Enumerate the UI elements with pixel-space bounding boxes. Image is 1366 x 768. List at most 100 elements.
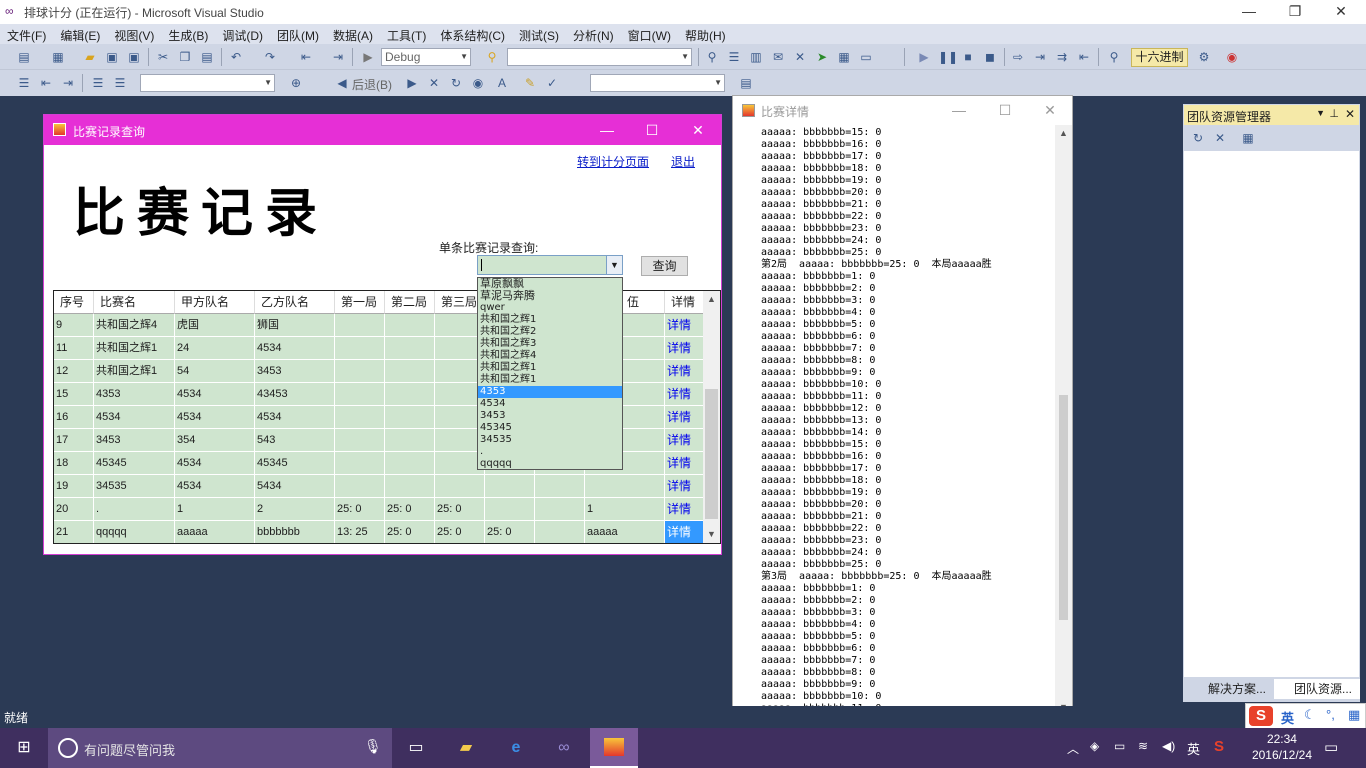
find-in-files-icon[interactable]: ⚲ xyxy=(484,49,500,65)
visual-studio-icon[interactable]: ∞ xyxy=(552,736,576,760)
col-name[interactable]: 比赛名 xyxy=(94,291,175,314)
toolbox-icon[interactable]: ✉ xyxy=(770,49,786,65)
menu-view[interactable]: 视图(V) xyxy=(107,24,161,44)
detail-link[interactable]: 详情 xyxy=(665,314,705,337)
navigate-forward-icon[interactable]: ⇥ xyxy=(330,49,346,65)
task-view-icon[interactable]: ▭ xyxy=(404,736,428,760)
detail-link[interactable]: 详情 xyxy=(665,383,705,406)
forward-icon[interactable]: ▶ xyxy=(404,75,420,91)
menu-build[interactable]: 生成(B) xyxy=(161,24,215,44)
target-schema-combo[interactable]: ▼ xyxy=(590,74,725,92)
save-icon[interactable]: ▣ xyxy=(104,49,120,65)
connect-team-project-icon[interactable]: ▦ xyxy=(1240,130,1256,146)
col-set2[interactable]: 第二局 xyxy=(385,291,435,314)
continue-icon[interactable]: ▶ xyxy=(916,49,932,65)
goto-score-link[interactable]: 转到计分页面 xyxy=(577,153,649,170)
close-button[interactable]: ✕ xyxy=(1318,0,1364,24)
detail-scroll-up-icon[interactable]: ▲ xyxy=(1055,125,1072,142)
col-id[interactable]: 序号 xyxy=(54,291,94,314)
hex-toggle-button[interactable]: 十六进制 xyxy=(1131,48,1188,67)
menu-window[interactable]: 窗口(W) xyxy=(621,24,678,44)
back-label[interactable]: 后退(B) xyxy=(352,76,392,93)
config-combo[interactable]: Debug ▼ xyxy=(381,48,471,66)
dropdown-option[interactable]: 共和国之辉2 xyxy=(478,326,622,338)
detail-maximize-button[interactable]: ☐ xyxy=(985,99,1025,121)
col-team-a[interactable]: 甲方队名 xyxy=(175,291,255,314)
panel-menu-icon[interactable]: ▼ xyxy=(1316,108,1325,118)
solution-explorer-icon[interactable]: ⚲ xyxy=(704,49,720,65)
tab-solution-explorer[interactable]: 解决方案... xyxy=(1188,679,1266,699)
step-into-icon[interactable]: ⇥ xyxy=(1032,49,1048,65)
dropdown-option[interactable]: 共和国之辉1 xyxy=(478,314,622,326)
scroll-thumb[interactable] xyxy=(705,389,718,519)
windows-start-icon[interactable]: ⊞ xyxy=(12,736,36,760)
extension-icon[interactable]: ➤ xyxy=(814,49,830,65)
restore-button[interactable]: ❐ xyxy=(1272,0,1318,24)
punctuation-icon[interactable]: °, xyxy=(1326,707,1335,722)
step-out-icon[interactable]: ⇤ xyxy=(1076,49,1092,65)
navigate-back-icon[interactable]: ⇤ xyxy=(298,49,314,65)
wifi-icon[interactable]: ≋ xyxy=(1138,739,1148,753)
validation-icon[interactable]: ✓ xyxy=(544,75,560,91)
col-detail[interactable]: 详情 xyxy=(665,291,705,314)
dropdown-option[interactable]: 共和国之辉1 xyxy=(478,374,622,386)
edge-icon[interactable]: e xyxy=(504,736,528,760)
clock[interactable]: 22:34 2016/12/24 xyxy=(1252,731,1312,763)
css-icon[interactable]: ▤ xyxy=(738,75,754,91)
window-icon[interactable]: ▭ xyxy=(858,49,874,65)
menu-debug[interactable]: 调试(D) xyxy=(215,24,270,44)
menu-help[interactable]: 帮助(H) xyxy=(678,24,733,44)
detail-link[interactable]: 详情 xyxy=(665,429,705,452)
dropdown-option[interactable]: 45345 xyxy=(478,422,622,434)
add-item-icon[interactable]: ▦ xyxy=(50,49,66,65)
menu-team[interactable]: 团队(M) xyxy=(270,24,326,44)
detail-link[interactable]: 详情 xyxy=(665,406,705,429)
ime-language[interactable]: 英 xyxy=(1281,708,1294,727)
moon-icon[interactable]: ☾ xyxy=(1304,707,1316,723)
dropdown-option[interactable]: 共和国之辉3 xyxy=(478,338,622,350)
start-debug-icon[interactable]: ▶ xyxy=(360,49,376,65)
minimize-button[interactable]: — xyxy=(1226,0,1272,24)
table-row[interactable]: 20. 1 2 25: 0 25: 0 25: 0 1 详情 xyxy=(54,498,705,521)
menu-edit[interactable]: 编辑(E) xyxy=(53,24,107,44)
detail-scroll-thumb[interactable] xyxy=(1059,395,1068,620)
menu-file[interactable]: 文件(F) xyxy=(0,24,53,44)
globe-icon[interactable]: ⊕ xyxy=(288,75,304,91)
col-set1[interactable]: 第一局 xyxy=(335,291,385,314)
table-row[interactable]: 19 34535 4534 5434 详情 xyxy=(54,475,705,498)
breakpoint-icon[interactable]: ⚲ xyxy=(1106,49,1122,65)
detail-link[interactable]: 详情 xyxy=(665,475,705,498)
dropdown-option[interactable]: 4534 xyxy=(478,398,622,410)
dropdown-option[interactable]: 4353 xyxy=(478,386,622,398)
class-view-icon[interactable]: ▦ xyxy=(836,49,852,65)
cut-icon[interactable]: ✂ xyxy=(155,49,171,65)
detail-link[interactable]: 详情 xyxy=(665,337,705,360)
dropdown-option[interactable]: 34535 xyxy=(478,434,622,446)
microphone-icon[interactable]: 🎙 xyxy=(364,738,382,755)
refresh-icon[interactable]: ↻ xyxy=(448,75,464,91)
form-minimize-button[interactable]: — xyxy=(592,119,622,141)
menu-data[interactable]: 数据(A) xyxy=(326,24,380,44)
pin-icon[interactable]: ⊥ xyxy=(1329,107,1339,120)
uncomment-icon[interactable]: ☰ xyxy=(112,75,128,91)
tray-app-icon[interactable]: ◈ xyxy=(1090,739,1099,753)
decrease-indent-icon[interactable]: ⇤ xyxy=(38,75,54,91)
form-close-button[interactable]: ✕ xyxy=(683,119,713,141)
table-row[interactable]: 21 qqqqq aaaaa bbbbbbb 13: 25 25: 0 25: 0 25: 0… xyxy=(54,521,705,543)
query-button[interactable]: 查询 xyxy=(641,256,688,276)
team-stop-icon[interactable]: ✕ xyxy=(1212,130,1228,146)
running-app-tab[interactable] xyxy=(590,728,638,768)
pause-icon[interactable]: ❚❚ xyxy=(938,49,958,65)
tab-team-explorer[interactable]: 团队资源... xyxy=(1274,679,1360,699)
font-size-icon[interactable]: A xyxy=(494,75,510,91)
detail-close-button[interactable]: ✕ xyxy=(1030,99,1070,121)
comment-icon[interactable]: ☰ xyxy=(90,75,106,91)
detail-link[interactable]: 详情 xyxy=(665,360,705,383)
detail-scrollbar[interactable]: ▲ ▼ xyxy=(1055,125,1072,716)
object-browser-icon[interactable]: ▥ xyxy=(748,49,764,65)
col-team-b[interactable]: 乙方队名 xyxy=(255,291,335,314)
battery-icon[interactable]: ▭ xyxy=(1114,739,1125,753)
dropdown-option[interactable]: . xyxy=(478,446,622,458)
match-dropdown-list[interactable]: 草原飘飘 草泥马奔腾 qwer 共和国之辉1 共和国之辉2 共和国之辉3 共和国之辉4 共和国… xyxy=(477,277,623,470)
notification-icon[interactable]: ▭ xyxy=(1324,738,1338,756)
